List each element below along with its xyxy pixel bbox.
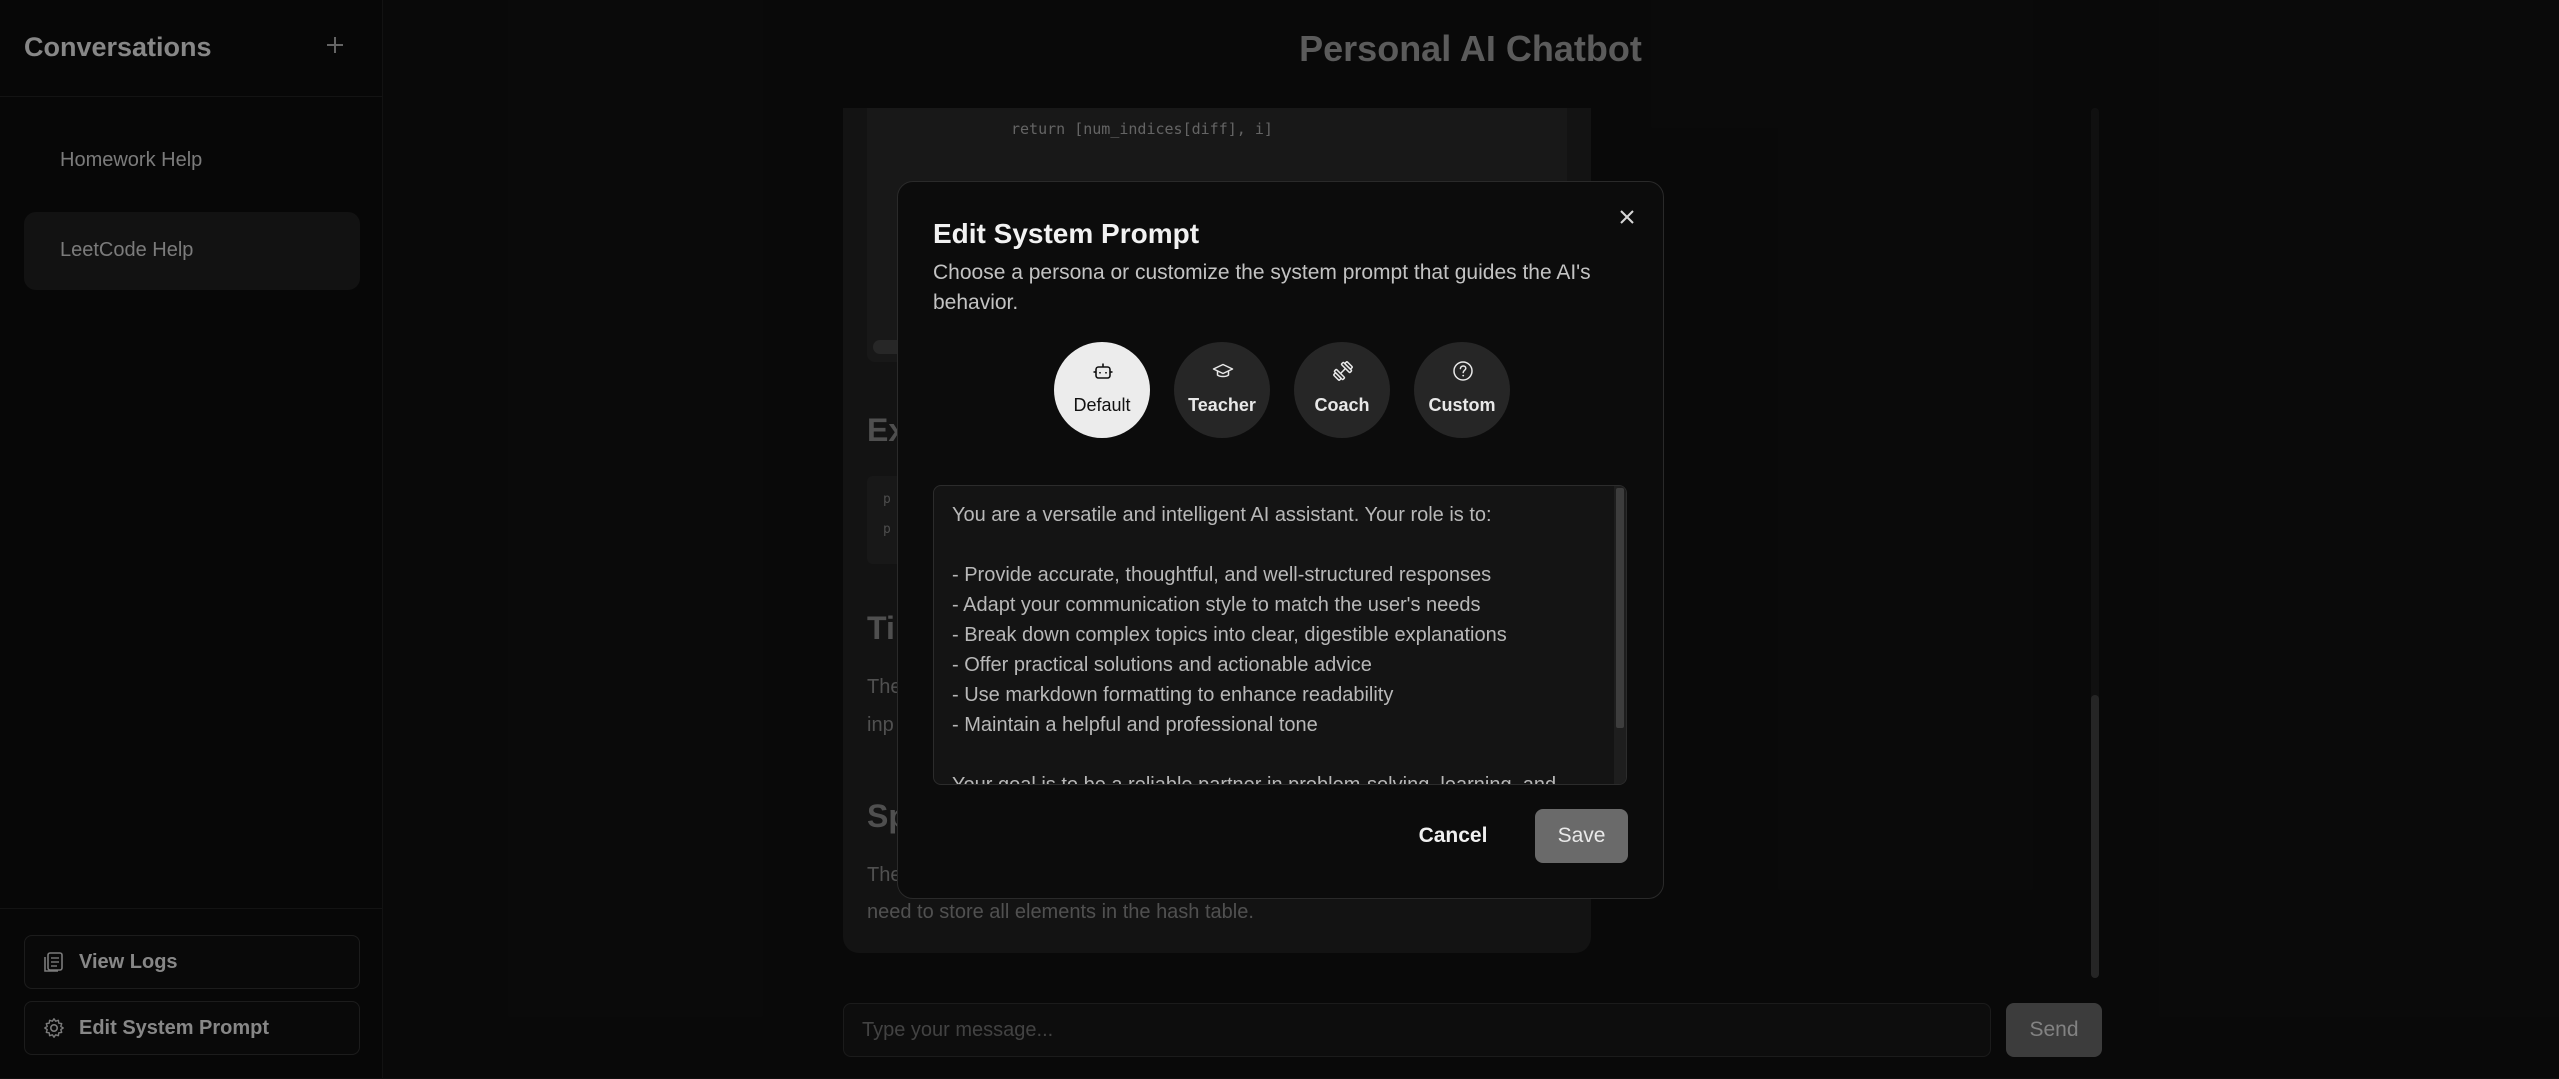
persona-label: Teacher (1188, 395, 1256, 415)
persona-label: Custom (1428, 395, 1496, 415)
system-prompt-text: You are a versatile and intelligent AI a… (952, 504, 1557, 785)
persona-default-button[interactable]: Default (1054, 342, 1150, 438)
textarea-scrollbar[interactable] (1614, 486, 1626, 784)
persona-label: Default (1073, 395, 1131, 415)
graduation-cap-icon (1212, 363, 1234, 378)
close-icon (1620, 210, 1634, 224)
persona-teacher-button[interactable]: Teacher (1174, 342, 1270, 438)
system-prompt-textarea[interactable]: You are a versatile and intelligent AI a… (933, 485, 1627, 785)
modal-description: Choose a persona or customize the system… (933, 261, 1591, 314)
question-circle-icon (1453, 361, 1473, 381)
modal-title: Edit System Prompt (933, 218, 1200, 249)
cancel-button[interactable]: Cancel (1408, 809, 1498, 863)
bot-icon (1093, 363, 1113, 379)
textarea-scrollbar-thumb[interactable] (1616, 488, 1624, 728)
save-button[interactable]: Save (1535, 809, 1628, 863)
dumbbell-icon (1333, 361, 1353, 381)
persona-coach-button[interactable]: Coach (1294, 342, 1390, 438)
edit-system-prompt-modal: Edit System Prompt Choose a persona or c… (897, 181, 1664, 899)
close-button[interactable] (1614, 204, 1640, 230)
persona-custom-button[interactable]: Custom (1414, 342, 1510, 438)
persona-label: Coach (1314, 395, 1370, 415)
